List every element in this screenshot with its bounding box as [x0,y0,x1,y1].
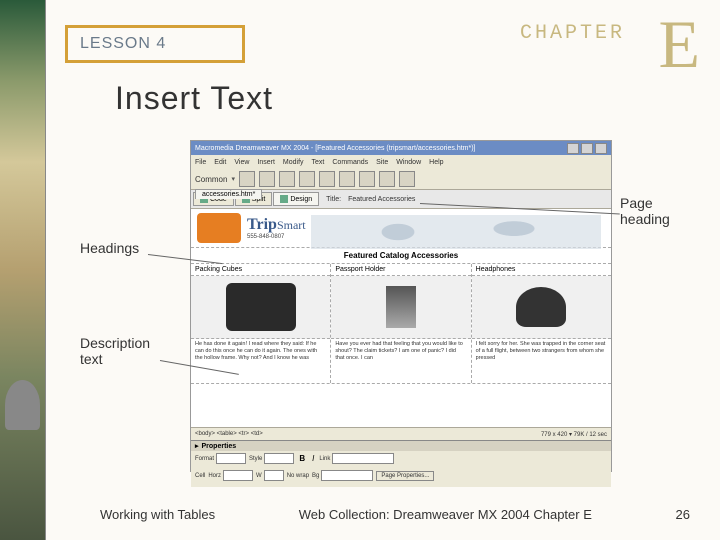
close-icon[interactable] [595,143,607,154]
product-table: Packing Cubes He has done it again! I re… [191,264,611,384]
properties-panel: Properties Format Style B I Link Cell Ho… [191,440,611,487]
menu-window[interactable]: Window [396,159,421,166]
properties-header[interactable]: Properties [191,441,611,451]
bold-button[interactable]: B [297,454,307,463]
window-titlebar: Macromedia Dreamweaver MX 2004 - [Featur… [191,141,611,155]
w-input[interactable] [264,470,284,481]
bg-label: Bg [312,473,319,479]
window-size-info[interactable]: 779 x 420 ▾ 79K / 12 sec [541,431,607,438]
product-image-cell [331,276,470,339]
page-properties-button[interactable]: Page Properties... [376,471,434,481]
style-label: Style [249,456,262,462]
toolbar-icon[interactable] [399,171,415,187]
chapter-word: CHAPTER [520,22,625,45]
status-bar: <body> <table> <tr> <td> 779 x 420 ▾ 79K… [191,427,611,440]
page-title: Insert Text [115,80,273,117]
document-tab[interactable]: accessories.htm* [195,189,262,199]
window-title: Macromedia Dreamweaver MX 2004 - [Featur… [195,145,475,152]
product-image [226,283,296,331]
lesson-badge: LESSON 4 [65,25,245,63]
product-image-cell [472,276,611,339]
title-label: Title: [326,196,341,203]
menu-commands[interactable]: Commands [332,159,368,166]
product-column: Passport Holder Have you ever had that f… [331,264,471,383]
logo-image [197,213,241,243]
w-label: W [256,473,262,479]
product-column: Headphones I felt sorry for her. She was… [472,264,611,383]
decorative-left-strip [0,0,46,540]
toolbar-icon[interactable] [319,171,335,187]
tag-selector[interactable]: <body> <table> <tr> <td> [195,431,263,437]
menu-view[interactable]: View [234,159,249,166]
chevron-down-icon[interactable]: ▾ [231,175,235,183]
map-background [311,215,601,249]
dreamweaver-screenshot: Macromedia Dreamweaver MX 2004 - [Featur… [190,140,612,472]
menu-file[interactable]: File [195,159,206,166]
menu-edit[interactable]: Edit [214,159,226,166]
style-select[interactable] [264,453,294,464]
view-design-button[interactable]: Design [273,192,319,206]
product-description: Have you ever had that feeling that you … [331,339,470,383]
cell-label: Cell [195,473,205,479]
brand-word-2: Smart [277,218,306,232]
insert-toolbar: Common ▾ [191,169,611,190]
lesson-label: LESSON 4 [80,35,166,53]
toolbar-icon[interactable] [239,171,255,187]
product-column: Packing Cubes He has done it again! I re… [191,264,331,383]
menu-help[interactable]: Help [429,159,443,166]
bg-input[interactable] [321,470,373,481]
product-description: He has done it again! I read where they … [191,339,330,383]
footer-page-number: 26 [676,507,690,522]
link-label: Link [319,456,330,462]
toolbar-icon[interactable] [299,171,315,187]
product-heading: Passport Holder [331,264,470,276]
format-select[interactable] [216,453,246,464]
design-canvas[interactable]: TripSmart 555-848-0807 Featured Catalog … [191,209,611,427]
format-label: Format [195,456,214,462]
product-image [386,286,416,328]
menu-text[interactable]: Text [312,159,325,166]
nowrap-label: No wrap [287,473,309,479]
toolbar-icon[interactable] [359,171,375,187]
menu-modify[interactable]: Modify [283,159,304,166]
italic-button[interactable]: I [310,454,316,463]
horz-label: Horz [208,473,221,479]
callout-headings: Headings [80,240,139,256]
footer-left: Working with Tables [100,507,215,522]
menu-bar: File Edit View Insert Modify Text Comman… [191,155,611,169]
footer-center: Web Collection: Dreamweaver MX 2004 Chap… [299,507,592,522]
menu-site[interactable]: Site [376,159,388,166]
product-image [516,287,566,327]
toolbar-category-label[interactable]: Common [195,175,227,184]
horz-select[interactable] [223,470,253,481]
product-description: I felt sorry for her. She was trapped in… [472,339,611,383]
link-input[interactable] [332,453,394,464]
product-heading: Packing Cubes [191,264,330,276]
toolbar-icon[interactable] [339,171,355,187]
product-image-cell [191,276,330,339]
design-icon [280,195,288,203]
catalog-heading: Featured Catalog Accessories [191,248,611,264]
callout-page-heading: Page heading [620,195,690,227]
maximize-icon[interactable] [581,143,593,154]
toolbar-icon[interactable] [259,171,275,187]
minimize-icon[interactable] [567,143,579,154]
toolbar-icon[interactable] [279,171,295,187]
chapter-letter: E [658,5,700,84]
toolbar-icon[interactable] [379,171,395,187]
brand-word-1: Trip [247,216,277,233]
product-heading: Headphones [472,264,611,276]
title-value[interactable]: Featured Accessories [348,196,415,203]
phone-number: 555-848-0807 [247,234,306,240]
menu-insert[interactable]: Insert [257,159,275,166]
footer: Working with Tables Web Collection: Drea… [0,507,720,522]
callout-description: Description text [80,335,170,367]
